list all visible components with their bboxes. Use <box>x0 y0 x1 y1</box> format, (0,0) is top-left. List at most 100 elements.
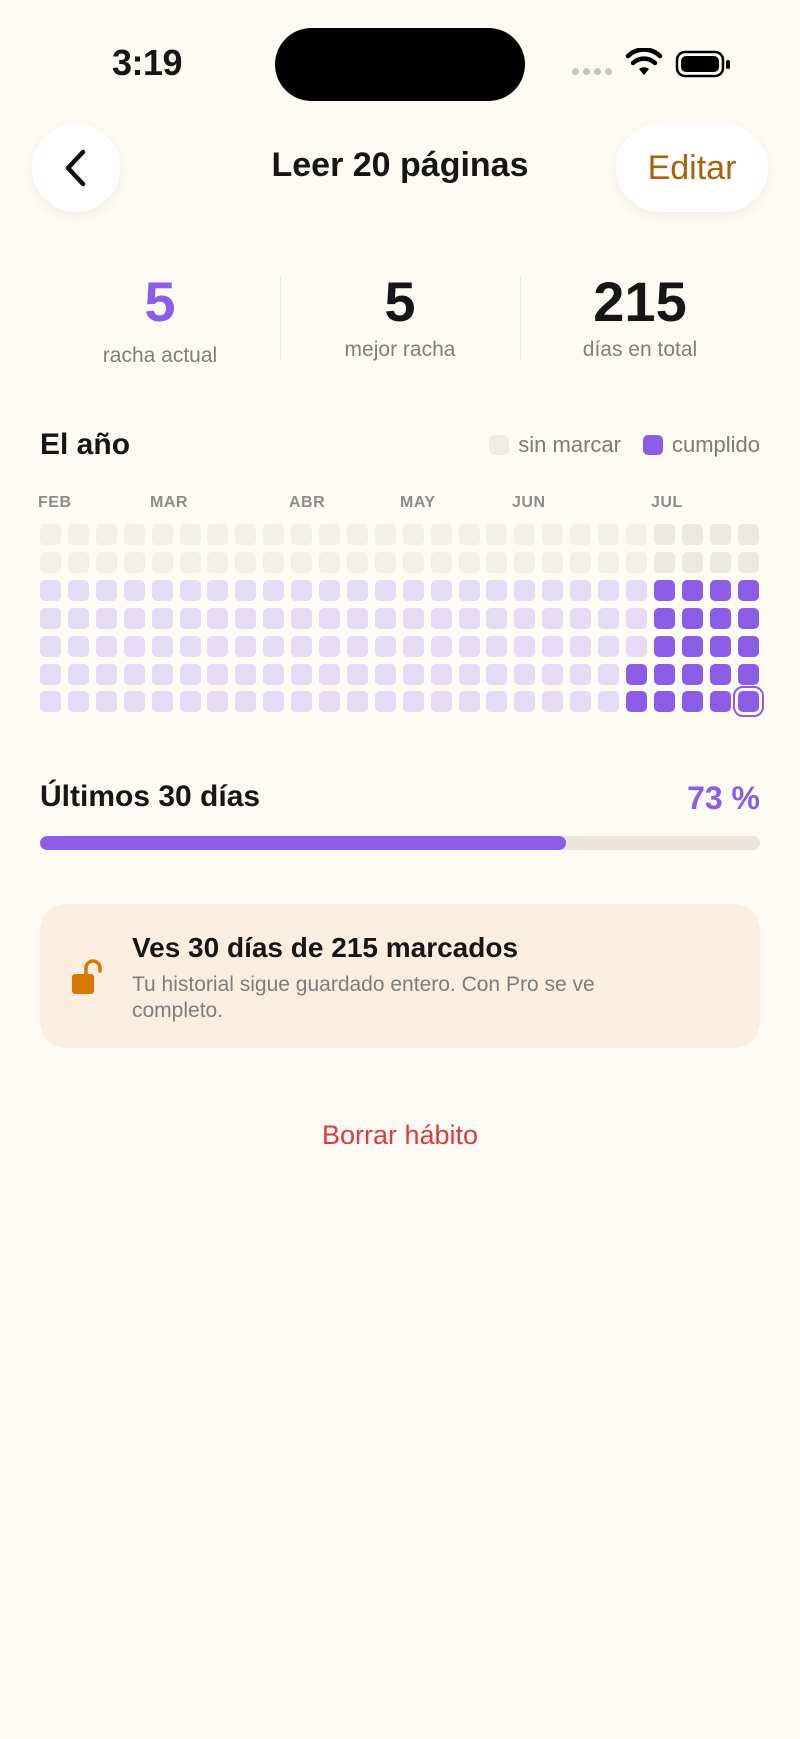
heatmap-cell <box>458 607 480 629</box>
heatmap-cell <box>346 607 368 629</box>
heatmap-cell <box>151 551 173 573</box>
heatmap-cell <box>402 607 424 629</box>
heatmap-cell <box>151 663 173 685</box>
heatmap-cell <box>374 579 396 601</box>
heatmap-cell <box>598 635 619 657</box>
heatmap-cell <box>514 579 536 601</box>
heatmap-cell <box>123 551 145 573</box>
month-label: MAR <box>150 494 188 511</box>
heatmap-cell <box>95 635 117 657</box>
heatmap-cell <box>374 691 396 713</box>
heatmap-cell <box>123 635 145 657</box>
heatmap-cell <box>95 551 117 573</box>
heatmap-cell <box>402 524 424 545</box>
heatmap-cell <box>570 635 592 657</box>
heatmap-cell <box>179 635 201 657</box>
heatmap-cell <box>486 635 508 657</box>
heatmap-cell <box>681 579 703 601</box>
heatmap-cell <box>40 663 61 685</box>
progress-fill <box>40 836 566 850</box>
heatmap-cell <box>151 635 173 657</box>
progress-bar <box>40 836 760 850</box>
heatmap-cell <box>123 607 145 629</box>
stat-label: mejor racha <box>344 338 456 361</box>
heatmap-cell <box>235 691 257 713</box>
heatmap-cell <box>207 691 229 713</box>
heatmap-cell <box>458 551 480 573</box>
heatmap-cell <box>374 635 396 657</box>
heatmap-cell <box>570 691 592 713</box>
status-time: 3:19 <box>111 42 183 83</box>
heatmap-cell <box>570 551 592 573</box>
heatmap-cell <box>319 524 340 545</box>
heatmap-cell <box>430 551 452 573</box>
legend-swatch <box>642 435 663 455</box>
month-label: ABR <box>289 494 326 511</box>
heatmap-cell <box>319 579 340 601</box>
delete-habit-button[interactable]: Borrar hábito <box>250 1120 550 1151</box>
heatmap-cell <box>346 663 368 685</box>
heatmap-cell <box>374 663 396 685</box>
heatmap-cell <box>179 551 201 573</box>
heatmap-cell <box>402 635 424 657</box>
heatmap-cell <box>653 579 675 601</box>
heatmap-cell <box>653 663 675 685</box>
heatmap-cell <box>486 524 508 545</box>
heatmap-cell <box>598 524 619 545</box>
heatmap-cell <box>95 579 117 601</box>
heatmap-cell <box>514 551 536 573</box>
edit-button[interactable]: Editar <box>616 124 768 212</box>
heatmap-cell <box>681 691 703 713</box>
heatmap-cell <box>514 524 536 545</box>
back-button[interactable] <box>32 124 120 212</box>
progress-percent: 73 % <box>687 780 760 816</box>
battery-icon <box>675 50 730 78</box>
heatmap-cell <box>95 524 117 545</box>
stat-label: racha actual <box>102 344 218 367</box>
month-label: FEB <box>38 494 72 511</box>
stat-current-streak: 5 racha actual <box>40 268 280 368</box>
heatmap-cell <box>67 691 89 713</box>
heatmap-cell <box>207 635 229 657</box>
heatmap-cell <box>709 607 731 629</box>
heatmap-cell <box>67 551 89 573</box>
heatmap-cell <box>542 663 564 685</box>
heatmap-cell <box>514 607 536 629</box>
heatmap-cell <box>458 579 480 601</box>
status-bar: 3:19 <box>0 0 800 120</box>
heatmap-cell <box>235 551 257 573</box>
heatmap-cell <box>263 663 285 685</box>
heatmap-cell <box>709 551 731 573</box>
heatmap-cell <box>123 524 145 545</box>
heatmap-cell <box>653 635 675 657</box>
heatmap-cell <box>542 579 564 601</box>
heatmap-cell <box>598 579 619 601</box>
heatmap-cell <box>151 607 173 629</box>
heatmap-cell <box>235 663 257 685</box>
heatmap-cell <box>486 691 508 713</box>
heatmap-cell <box>319 551 340 573</box>
heatmap-cell <box>625 579 647 601</box>
heatmap-cell <box>346 691 368 713</box>
heatmap-cell <box>123 691 145 713</box>
legend-swatch <box>489 435 510 455</box>
heatmap-cell <box>598 663 619 685</box>
heatmap-cell <box>179 579 201 601</box>
heatmap-cell <box>40 635 61 657</box>
page-title: Leer 20 páginas <box>271 146 529 184</box>
stat-value: 5 <box>144 270 176 333</box>
heatmap-cell <box>263 551 285 573</box>
chevron-left-icon <box>65 149 86 187</box>
heatmap-cell <box>681 635 703 657</box>
heatmap-cell <box>737 663 759 685</box>
year-heatmap <box>40 524 764 724</box>
heatmap-cell <box>151 524 173 545</box>
heatmap-cell <box>737 607 759 629</box>
heatmap-cell <box>374 551 396 573</box>
heatmap-cell <box>598 551 619 573</box>
pro-upsell-card[interactable]: Ves 30 días de 215 marcados Tu historial… <box>40 904 760 1048</box>
heatmap-cell <box>625 551 647 573</box>
heatmap-cell <box>732 686 764 718</box>
dynamic-island <box>275 28 525 101</box>
heatmap-cell <box>179 524 201 545</box>
